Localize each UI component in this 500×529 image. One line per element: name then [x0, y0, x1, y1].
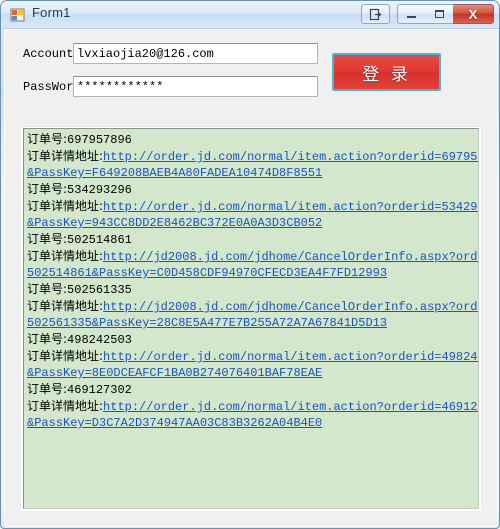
order-detail-link-continued[interactable]: &PassKey=F649208BAEB4A80FADEA10474D8F855… — [27, 165, 476, 181]
order-id-line: 订单号:502561335 — [27, 281, 476, 298]
login-button-label: 登 录 — [362, 64, 411, 85]
order-id-value: 502561335 — [67, 283, 132, 297]
order-id-label: 订单号: — [27, 182, 68, 196]
order-detail-link[interactable]: http://order.jd.com/normal/item.action?o… — [103, 350, 478, 364]
order-detail-link-continued[interactable]: &PassKey=D3C7A2D374947AA03C83B3262A04B4E… — [27, 415, 476, 431]
order-id-label: 订单号: — [27, 282, 68, 296]
login-button[interactable]: 登 录 — [332, 53, 441, 91]
order-detail-link-continued[interactable]: &PassKey=8E0DCEAFCF1BA0B274076401BAF78EA… — [27, 365, 476, 381]
account-input[interactable] — [73, 43, 318, 64]
title-bar: Form1 X — [1, 1, 499, 29]
order-detail-line: 订单详情地址:http://order.jd.com/normal/item.a… — [27, 148, 478, 165]
password-label: PassWord — [23, 80, 81, 94]
order-detail-label: 订单详情地址: — [27, 349, 104, 363]
help-restore-button[interactable] — [361, 4, 390, 24]
order-id-value: 498242503 — [67, 333, 132, 347]
order-detail-link[interactable]: http://order.jd.com/normal/item.action?o… — [103, 200, 478, 214]
maximize-button[interactable] — [425, 4, 454, 24]
close-button[interactable]: X — [453, 4, 494, 24]
order-detail-line: 订单详情地址:http://jd2008.jd.com/jdhome/Cance… — [27, 298, 478, 315]
order-detail-label: 订单详情地址: — [27, 199, 104, 213]
window-title: Form1 — [32, 5, 71, 20]
order-detail-link[interactable]: http://order.jd.com/normal/item.action?o… — [103, 400, 478, 414]
order-detail-link-continued[interactable]: 502514861&PassKey=C0D458CDF94970CFECD3EA… — [27, 265, 476, 281]
order-detail-line: 订单详情地址:http://order.jd.com/normal/item.a… — [27, 198, 478, 215]
application-window: Form1 X Account PassWord 登 录 订单号:69795 — [0, 0, 500, 529]
restore-window-icon — [369, 8, 382, 21]
order-id-line: 订单号:469127302 — [27, 381, 476, 398]
order-id-label: 订单号: — [27, 132, 68, 146]
close-icon: X — [468, 6, 478, 22]
order-id-value: 469127302 — [67, 383, 132, 397]
password-input[interactable] — [73, 76, 318, 97]
order-detail-link[interactable]: http://jd2008.jd.com/jdhome/CancelOrderI… — [103, 300, 478, 314]
order-id-label: 订单号: — [27, 382, 68, 396]
order-detail-label: 订单详情地址: — [27, 299, 104, 313]
order-detail-line: 订单详情地址:http://order.jd.com/normal/item.a… — [27, 398, 478, 415]
order-id-line: 订单号:697957896 — [27, 131, 476, 148]
winforms-app-icon — [10, 7, 26, 23]
order-id-label: 订单号: — [27, 232, 68, 246]
order-detail-label: 订单详情地址: — [27, 399, 104, 413]
minimize-icon — [407, 15, 416, 18]
order-id-line: 订单号:534293296 — [27, 181, 476, 198]
order-id-label: 订单号: — [27, 332, 68, 346]
order-id-value: 502514861 — [67, 233, 132, 247]
order-id-value: 697957896 — [67, 133, 132, 147]
maximize-icon — [434, 10, 444, 18]
order-id-line: 订单号:502514861 — [27, 231, 476, 248]
order-detail-line: 订单详情地址:http://order.jd.com/normal/item.a… — [27, 348, 478, 365]
order-detail-label: 订单详情地址: — [27, 249, 104, 263]
order-detail-link[interactable]: http://jd2008.jd.com/jdhome/CancelOrderI… — [103, 250, 478, 264]
order-id-value: 534293296 — [67, 183, 132, 197]
order-log-container: 订单号:697957896 订单详情地址:http://order.jd.com/… — [21, 126, 481, 511]
order-log-textarea[interactable]: 订单号:697957896 订单详情地址:http://order.jd.com/… — [23, 128, 479, 509]
order-detail-link-continued[interactable]: 502561335&PassKey=28C8E5A477E7B255A72A7A… — [27, 315, 476, 331]
order-id-line: 订单号:498242503 — [27, 331, 476, 348]
order-detail-link-continued[interactable]: &PassKey=943CC8DD2E8462BC372E0A0A3D3CB05… — [27, 215, 476, 231]
order-detail-line: 订单详情地址:http://jd2008.jd.com/jdhome/Cance… — [27, 248, 478, 265]
order-detail-label: 订单详情地址: — [27, 149, 104, 163]
minimize-button[interactable] — [397, 4, 426, 24]
account-label: Account — [23, 47, 74, 61]
order-detail-link[interactable]: http://order.jd.com/normal/item.action?o… — [103, 150, 478, 164]
